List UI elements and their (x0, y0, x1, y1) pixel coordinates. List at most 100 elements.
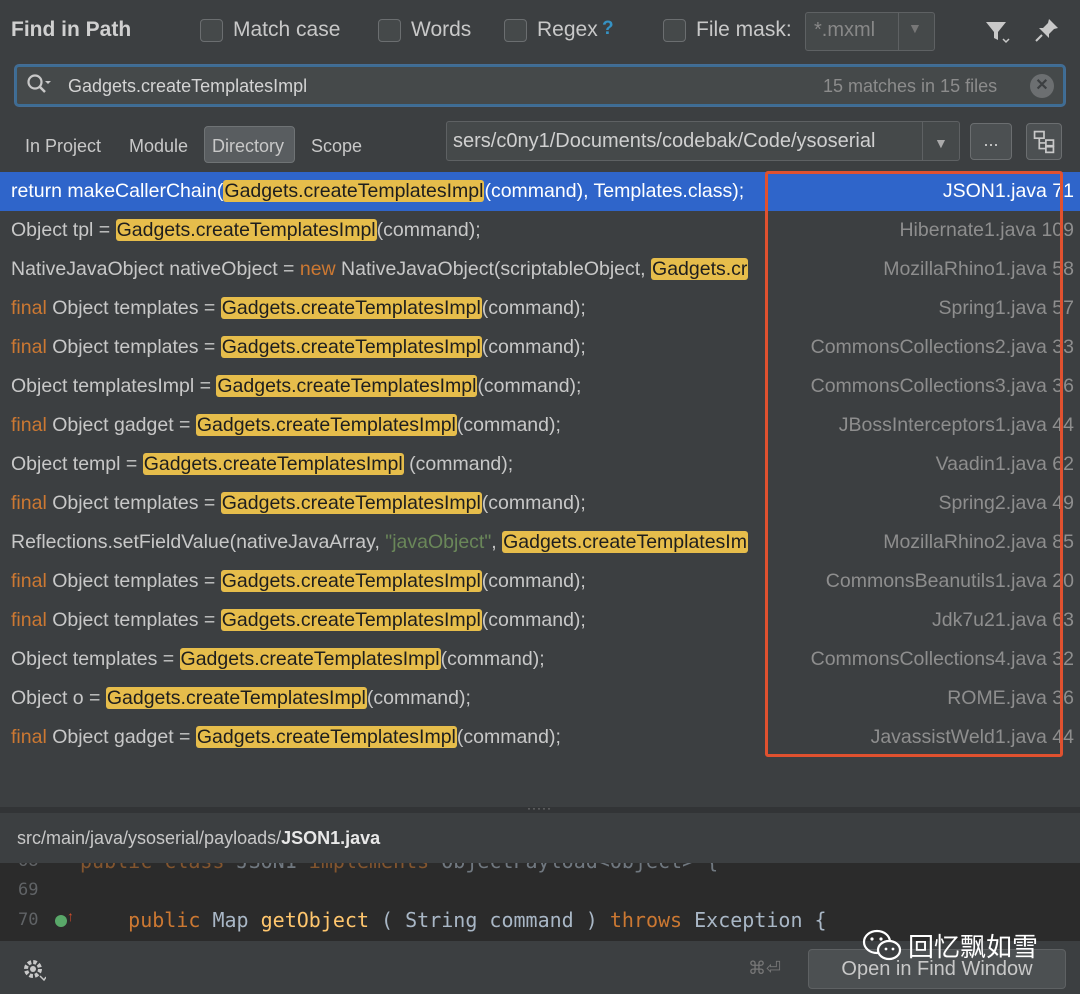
chevron-down-icon[interactable]: ▼ (934, 135, 948, 151)
file-mask-value[interactable]: *.mxml (814, 19, 875, 42)
search-input[interactable]: Gadgets.createTemplatesImpl (68, 76, 307, 97)
dialog-title: Find in Path (11, 18, 132, 41)
code-token: (command); (376, 219, 481, 241)
code-token: , (491, 531, 503, 553)
file-mask-checkbox[interactable] (663, 19, 686, 42)
result-code: final Object templates = Gadgets.createT… (11, 609, 586, 632)
wechat-logo-icon (862, 929, 902, 960)
match-highlight: Gadgets.createTemplatesImpl (115, 219, 377, 241)
tab-in-project[interactable]: In Project (25, 136, 101, 157)
tab-in-project-label[interactable]: In Project (25, 136, 101, 156)
code-token: (command); (481, 570, 586, 592)
code-token: (command); (456, 726, 561, 748)
clear-icon[interactable]: ✕ (1030, 74, 1054, 98)
match-count: 15 matches in 15 files (823, 76, 998, 96)
code-token: Object tpl = (11, 219, 116, 241)
match-case-label[interactable]: Match case (233, 18, 340, 42)
code-token: Reflections.setFieldValue(nativeJavaArra… (11, 531, 386, 553)
keyword-token: final (11, 492, 47, 514)
result-code: final Object templates = Gadgets.createT… (11, 336, 586, 359)
code-token: (command); (477, 375, 582, 397)
watermark-text: 回忆飘如雪 (908, 932, 1039, 962)
code-token: (command); (440, 648, 545, 670)
code-token: (command); (481, 492, 586, 514)
match-highlight: Gadgets.createTemplatesImpl (220, 570, 482, 592)
tab-directory-label[interactable]: Directory (212, 136, 284, 157)
code-token: (command); (481, 609, 586, 631)
preview-path-prefix: src/main/java/ysoserial/payloads/ (17, 828, 282, 848)
code-token: Object gadget = (46, 414, 196, 436)
browse-button[interactable]: ... (970, 123, 1012, 160)
code-token: return makeCallerChain( (11, 180, 224, 202)
match-highlight: Gadgets.createTemplatesIm (502, 531, 748, 553)
result-code: NativeJavaObject nativeObject = new Nati… (11, 258, 749, 281)
watermark: 回忆飘如雪 (862, 927, 1038, 964)
result-code: final Object templates = Gadgets.createT… (11, 570, 586, 593)
regex-checkbox[interactable] (504, 19, 527, 42)
tree-structure-icon[interactable] (1026, 123, 1062, 160)
directory-path[interactable]: sers/c0ny1/Documents/codebak/Code/ysoser… (453, 130, 915, 153)
preview-file-path: src/main/java/ysoserial/payloads/JSON1.j… (17, 828, 380, 849)
match-highlight: Gadgets.createTemplatesImpl (105, 687, 367, 709)
code-token: Object templates = (11, 648, 180, 670)
result-code: return makeCallerChain(Gadgets.createTem… (11, 180, 744, 203)
file-mask-separator (898, 13, 899, 50)
pin-icon[interactable] (1034, 17, 1060, 43)
words-label[interactable]: Words (411, 18, 471, 42)
result-code: Object tpl = Gadgets.createTemplatesImpl… (11, 219, 481, 242)
filter-icon[interactable] (984, 18, 1010, 44)
chevron-down-icon[interactable]: ▼ (908, 20, 922, 36)
match-highlight: Gadgets.createTemplatesImpl (195, 414, 457, 436)
result-code: final Object gadget = Gadgets.createTemp… (11, 726, 561, 749)
tab-module-label[interactable]: Module (129, 136, 188, 156)
match-highlight: Gadgets.createTemplatesImpl (220, 297, 482, 319)
result-code: Reflections.setFieldValue(nativeJavaArra… (11, 531, 748, 554)
result-code: final Object templates = Gadgets.createT… (11, 297, 586, 320)
implements-icon[interactable] (55, 915, 67, 927)
match-highlight: Gadgets.createTemplatesImpl (220, 492, 482, 514)
code-token: Object templates = (46, 336, 221, 358)
regex-help-icon[interactable]: ? (602, 18, 614, 40)
code-line: public class JSON1 implements ObjectPayl… (80, 863, 718, 873)
regex-label[interactable]: Regex (537, 18, 598, 42)
match-case-checkbox[interactable] (200, 19, 223, 42)
code-token: (command); (481, 336, 586, 358)
code-token: (command); (403, 453, 514, 475)
string-token: "javaObject" (385, 531, 492, 553)
preview-path-file: JSON1.java (281, 828, 381, 848)
match-highlight: Gadgets.createTemplatesImpl (220, 609, 482, 631)
code-token: (command); (481, 297, 586, 319)
shortcut-hint: ⌘⏎ (748, 958, 782, 978)
result-code: final Object templates = Gadgets.createT… (11, 492, 586, 515)
match-highlight: Gadgets.createTemplatesImpl (220, 336, 482, 358)
gear-icon[interactable] (20, 956, 46, 982)
match-highlight: Gadgets.cr (651, 258, 749, 280)
arrow-up-icon[interactable]: ↑ (67, 908, 74, 924)
match-highlight: Gadgets.createTemplatesImpl (142, 453, 404, 475)
keyword-token: final (11, 297, 47, 319)
match-highlight: Gadgets.createTemplatesImpl (179, 648, 441, 670)
keyword-token: final (11, 726, 47, 748)
match-highlight: Gadgets.createTemplatesImpl (216, 375, 478, 397)
code-token: Object templ = (11, 453, 143, 475)
keyword-token: final (11, 609, 47, 631)
result-code: Object templates = Gadgets.createTemplat… (11, 648, 545, 671)
code-token: Object templates = (46, 492, 221, 514)
code-token: (command); (456, 414, 561, 436)
line-number: 68 (18, 863, 38, 871)
splitter-grip[interactable]: ····· (527, 801, 552, 815)
annotation-highlight-box (765, 171, 1063, 757)
code-token: Object templates = (46, 297, 221, 319)
line-number: 70 (18, 910, 39, 930)
words-checkbox[interactable] (378, 19, 401, 42)
tab-module[interactable]: Module (129, 136, 188, 157)
tab-scope-label[interactable]: Scope (311, 136, 362, 156)
code-token: Object templates = (46, 570, 221, 592)
search-icon[interactable] (26, 73, 52, 97)
line-number: 69 (18, 880, 39, 900)
tab-scope[interactable]: Scope (311, 136, 362, 157)
directory-combo-separator (922, 122, 923, 160)
file-mask-label[interactable]: File mask: (696, 18, 792, 42)
code-token: NativeJavaObject(scriptableObject, (335, 258, 652, 280)
keyword-token: new (299, 258, 336, 280)
